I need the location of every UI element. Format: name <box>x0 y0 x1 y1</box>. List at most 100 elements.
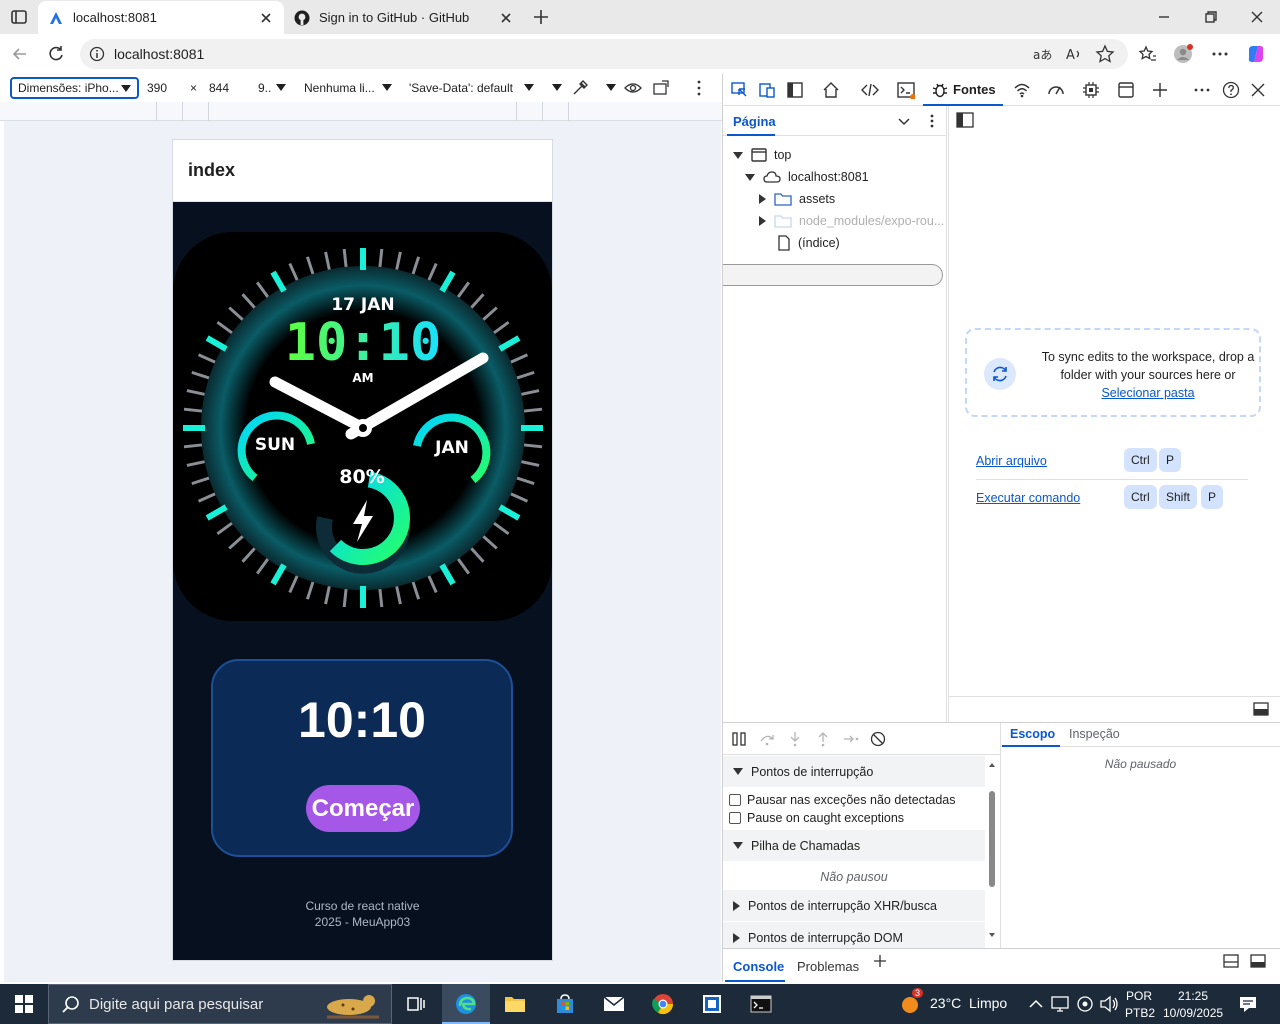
color-picker-icon[interactable] <box>571 79 589 97</box>
elements-icon[interactable] <box>861 81 879 99</box>
url-bar[interactable]: localhost:8081 <box>80 39 1128 69</box>
store-icon[interactable] <box>553 992 577 1016</box>
device-toggle-icon[interactable] <box>758 81 776 99</box>
volume-icon[interactable] <box>1099 994 1119 1014</box>
taskbar-search[interactable]: Digite aqui para pesquisar <box>48 984 392 1024</box>
navigator-more-icon[interactable] <box>925 113 939 129</box>
run-command-link[interactable]: Executar comando <box>976 491 1080 505</box>
help-icon[interactable] <box>1222 81 1240 99</box>
tree-item-assets[interactable]: assets <box>759 188 835 210</box>
tree-item-host[interactable]: localhost:8081 <box>745 166 869 188</box>
pause-uncaught-checkbox[interactable] <box>729 794 741 806</box>
dock-drawer-icon[interactable] <box>1223 954 1239 968</box>
copilot-icon[interactable] <box>1246 44 1266 64</box>
tree-item-top[interactable]: top <box>733 144 791 166</box>
profile-avatar-icon[interactable] <box>1173 44 1193 64</box>
reload-icon[interactable] <box>46 44 66 64</box>
notification-icon[interactable] <box>1238 994 1258 1014</box>
dom-breakpoints-header[interactable]: Pontos de interrupção DOM <box>723 922 985 949</box>
select-folder-link[interactable]: Selecionar pasta <box>1101 386 1194 400</box>
tree-item-index[interactable]: (índice) <box>777 232 840 254</box>
tab-sources[interactable]: Fontes <box>923 74 1003 106</box>
edge-icon[interactable] <box>454 992 478 1016</box>
add-drawer-tab-icon[interactable] <box>873 954 887 968</box>
close-drawer-icon[interactable] <box>1250 954 1266 968</box>
minimize-icon[interactable] <box>1155 8 1173 26</box>
close-tab-icon[interactable] <box>498 10 514 26</box>
performance-icon[interactable] <box>1047 81 1065 99</box>
keyboard-layout[interactable]: PTB2 <box>1125 1006 1155 1020</box>
close-window-icon[interactable] <box>1248 8 1266 26</box>
dock-icon[interactable] <box>786 81 804 99</box>
tab-problems[interactable]: Problemas <box>797 959 859 974</box>
tab-localhost[interactable]: localhost:8081 <box>38 1 284 34</box>
clock-date[interactable]: 10/09/2025 <box>1163 1006 1223 1020</box>
tab-github[interactable]: Sign in to GitHub · GitHub <box>284 1 524 34</box>
vscode-like-app-icon[interactable] <box>700 992 724 1016</box>
windows-start-icon[interactable] <box>12 992 36 1016</box>
more-tools-plus-icon[interactable] <box>1151 81 1169 99</box>
deactivate-breakpoints-icon[interactable] <box>870 731 886 747</box>
close-devtools-icon[interactable] <box>1249 81 1267 99</box>
site-info-icon[interactable] <box>89 46 105 62</box>
file-explorer-icon[interactable] <box>503 992 527 1016</box>
tab-scope[interactable]: Escopo <box>1010 727 1055 741</box>
step-into-icon[interactable] <box>787 731 803 747</box>
pause-icon[interactable] <box>731 731 747 747</box>
theme-caret-icon[interactable] <box>552 84 562 96</box>
device-height-input[interactable]: 844 <box>209 81 229 95</box>
chevron-up-icon[interactable] <box>1026 994 1046 1014</box>
xhr-breakpoints-header[interactable]: Pontos de interrupção XHR/busca <box>723 890 985 921</box>
chevron-down-icon[interactable] <box>897 114 911 128</box>
debugger-scrollbar[interactable] <box>988 761 996 939</box>
restore-icon[interactable] <box>1202 8 1220 26</box>
weather-text[interactable]: 23°C Limpo <box>930 995 1007 1011</box>
save-data-select[interactable]: 'Save-Data': default <box>409 81 513 95</box>
throttle-select[interactable]: Nenhuma li... <box>304 81 375 95</box>
mail-icon[interactable] <box>602 992 626 1016</box>
breakpoints-header[interactable]: Pontos de interrupção <box>723 756 985 787</box>
toggle-navigator-icon[interactable] <box>956 112 974 128</box>
task-view-icon[interactable] <box>404 992 428 1016</box>
console-icon[interactable] <box>897 81 915 99</box>
memory-icon[interactable] <box>1082 81 1100 99</box>
read-aloud-icon[interactable]: A <box>1064 44 1084 64</box>
step-icon[interactable] <box>843 731 859 747</box>
favorites-icon[interactable] <box>1138 44 1158 64</box>
zoom-caret-icon[interactable] <box>276 84 286 96</box>
close-tab-icon[interactable] <box>258 10 274 26</box>
device-dimensions-select[interactable]: Dimensões: iPho... <box>10 77 139 99</box>
more-menu-icon[interactable] <box>1210 44 1230 64</box>
step-out-icon[interactable] <box>815 731 831 747</box>
throttle-caret-icon[interactable] <box>382 84 392 96</box>
new-tab-icon[interactable] <box>532 8 550 26</box>
save-data-caret-icon[interactable] <box>524 84 534 96</box>
devtools-more-icon[interactable] <box>1193 81 1211 99</box>
workspace-drop-zone[interactable]: To sync edits to the workspace, drop a f… <box>965 328 1261 417</box>
meet-now-icon[interactable] <box>1075 994 1095 1014</box>
vision-deficiency-icon[interactable] <box>624 79 642 97</box>
device-width-input[interactable]: 390 <box>147 81 167 95</box>
clock-time[interactable]: 21:25 <box>1178 989 1208 1003</box>
open-file-link[interactable]: Abrir arquivo <box>976 454 1047 468</box>
tab-watch[interactable]: Inspeção <box>1069 727 1120 741</box>
start-button[interactable]: Começar <box>306 785 420 832</box>
call-stack-header[interactable]: Pilha de Chamadas <box>723 830 985 861</box>
chrome-icon[interactable] <box>651 992 675 1016</box>
pause-caught-checkbox[interactable] <box>729 812 741 824</box>
application-icon[interactable] <box>1117 81 1135 99</box>
back-icon[interactable] <box>10 44 30 64</box>
network-tray-icon[interactable] <box>1050 994 1070 1014</box>
zoom-select[interactable]: 9.. <box>258 81 271 95</box>
rotate-icon[interactable] <box>652 79 670 97</box>
network-icon[interactable] <box>1013 81 1031 99</box>
translate-icon[interactable]: aあ <box>1032 44 1052 64</box>
tree-item-node-modules[interactable]: node_modules/expo-rou... <box>759 210 944 232</box>
device-more-icon[interactable] <box>690 79 708 97</box>
favorite-star-icon[interactable] <box>1095 44 1115 64</box>
inspect-element-icon[interactable] <box>730 81 748 99</box>
language-code[interactable]: POR <box>1126 989 1152 1003</box>
terminal-icon[interactable] <box>749 992 773 1016</box>
step-over-icon[interactable] <box>759 731 775 747</box>
tab-actions-icon[interactable] <box>10 8 28 26</box>
